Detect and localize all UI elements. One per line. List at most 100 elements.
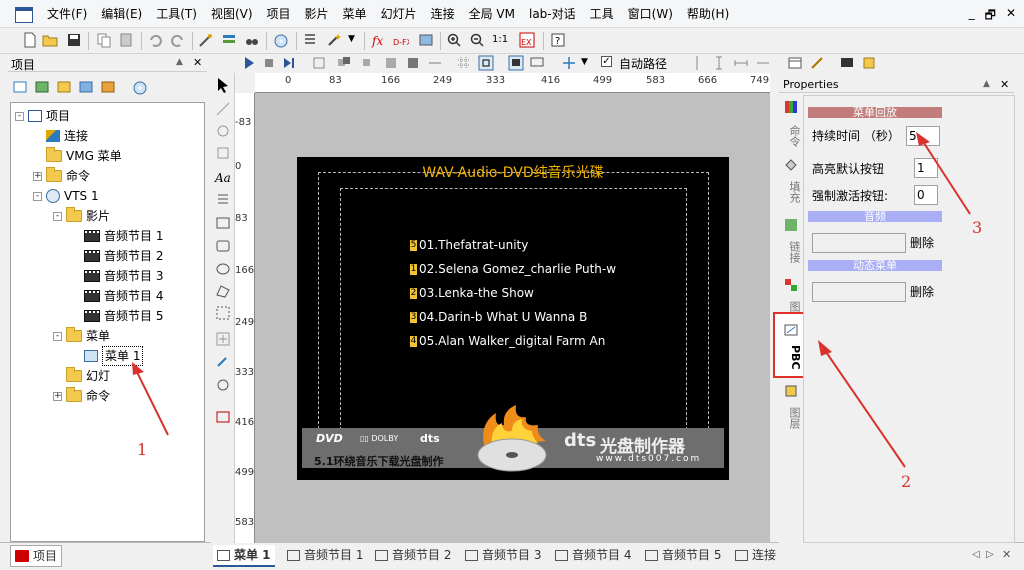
side-tab-layers[interactable]: 图层 xyxy=(782,405,802,431)
menu-item-0[interactable]: 文件(F) xyxy=(40,7,94,21)
new-file-icon[interactable] xyxy=(22,32,38,48)
button-tool-icon[interactable] xyxy=(215,377,231,393)
menu-item-4[interactable]: 项目 xyxy=(260,7,298,21)
collapse-icon[interactable]: - xyxy=(53,211,62,221)
panel-pin-icon[interactable]: ▲ xyxy=(176,57,183,67)
color-palette-icon[interactable] xyxy=(783,99,799,115)
text-box-icon[interactable] xyxy=(215,191,231,207)
document-tab[interactable]: 音频节目 3 xyxy=(461,545,545,565)
open-folder-icon[interactable] xyxy=(42,32,58,48)
fill-bucket-icon[interactable] xyxy=(783,157,799,173)
layers-icon[interactable] xyxy=(221,32,237,48)
chapter-tool-icon[interactable] xyxy=(215,409,231,425)
tree-node[interactable]: 连接 xyxy=(33,127,88,145)
menu-item-2[interactable]: 工具(T) xyxy=(149,7,204,21)
stop-icon[interactable] xyxy=(261,55,277,71)
next-icon[interactable] xyxy=(281,55,297,71)
motion-file-input[interactable] xyxy=(812,282,906,302)
audio-file-input[interactable] xyxy=(812,233,906,253)
distribute-icon[interactable] xyxy=(427,55,443,71)
side-tab-command[interactable]: 命令 xyxy=(782,123,802,149)
document-tab[interactable]: 音频节目 4 xyxy=(551,545,635,565)
collapse-icon[interactable]: - xyxy=(53,331,62,341)
track-button[interactable]: 2 03.Lenka-the Show xyxy=(410,286,534,300)
monitor-icon[interactable] xyxy=(529,55,545,71)
menu-item-3[interactable]: 视图(V) xyxy=(204,7,260,21)
menu-item-11[interactable]: 工具 xyxy=(583,7,621,21)
list-icon[interactable] xyxy=(302,32,318,48)
properties-close-icon[interactable]: ✕ xyxy=(1000,78,1009,91)
vertical-align-icon[interactable] xyxy=(689,55,705,71)
pbc-tab-icon[interactable] xyxy=(783,322,799,338)
tree-node[interactable]: 幻灯 xyxy=(53,367,110,385)
tree-node[interactable]: VMG 菜单 xyxy=(33,147,122,165)
minimize-button[interactable]: _ xyxy=(969,6,975,27)
dropdown-arrow-icon[interactable]: ▼ xyxy=(348,34,355,44)
image-edit-icon[interactable] xyxy=(418,32,434,48)
tree-node[interactable]: - 项目 xyxy=(15,107,70,125)
menu-item-8[interactable]: 连接 xyxy=(424,7,462,21)
rectangle-tool-icon[interactable] xyxy=(215,215,231,231)
redo-icon[interactable] xyxy=(170,32,186,48)
safe-area-icon[interactable] xyxy=(478,55,494,71)
export-icon[interactable] xyxy=(861,55,877,71)
play-icon[interactable] xyxy=(241,55,257,71)
menu-item-10[interactable]: lab-对话 xyxy=(522,7,583,21)
side-tab-fill[interactable]: 填充 xyxy=(782,179,802,205)
track-button[interactable]: 3 04.Darin-b What U Wanna B xyxy=(410,310,587,324)
help-icon[interactable]: ? xyxy=(550,32,566,48)
side-tab-link[interactable]: 链接 xyxy=(782,239,802,265)
paste-icon[interactable] xyxy=(118,32,134,48)
pen-icon[interactable] xyxy=(809,55,825,71)
add-menu-icon[interactable] xyxy=(56,79,72,95)
group-icon[interactable] xyxy=(336,55,352,71)
tree-node[interactable]: 音频节目 1 xyxy=(71,227,163,245)
back-icon[interactable] xyxy=(405,55,421,71)
grid-icon[interactable] xyxy=(456,55,472,71)
menu-item-13[interactable]: 帮助(H) xyxy=(680,7,736,21)
layers-tab-icon[interactable] xyxy=(783,383,799,399)
side-tab-image[interactable]: 图 xyxy=(782,299,802,313)
wizard-icon[interactable] xyxy=(198,32,214,48)
ungroup-icon[interactable] xyxy=(361,55,377,71)
table-icon[interactable] xyxy=(787,55,803,71)
document-tab[interactable]: 连接 xyxy=(731,545,780,565)
dfx-icon[interactable]: D-FX xyxy=(393,32,409,48)
expand-icon[interactable]: + xyxy=(33,171,42,181)
menu-item-6[interactable]: 菜单 xyxy=(336,7,374,21)
collapse-icon[interactable]: - xyxy=(15,111,24,121)
side-tab-pbc[interactable]: PBC xyxy=(782,343,802,371)
rotate-icon[interactable] xyxy=(215,123,231,139)
tree-node[interactable]: 音频节目 4 xyxy=(71,287,163,305)
tab-scroll-right-icon[interactable]: ▷ xyxy=(986,549,994,560)
tree-node[interactable]: - 菜单 xyxy=(53,327,110,345)
document-tab[interactable]: 菜单 1 xyxy=(213,545,275,567)
zoom-out-icon[interactable] xyxy=(469,32,485,48)
size-icon[interactable] xyxy=(755,55,771,71)
save-icon[interactable] xyxy=(66,32,82,48)
frame-tool-icon[interactable] xyxy=(215,305,231,321)
magic-wand-icon[interactable] xyxy=(326,32,342,48)
screen-icon[interactable] xyxy=(839,55,855,71)
polygon-tool-icon[interactable] xyxy=(215,283,231,299)
front-icon[interactable] xyxy=(383,55,399,71)
tree-node[interactable]: 音频节目 5 xyxy=(71,307,163,325)
add-command-icon[interactable] xyxy=(100,79,116,95)
menu-title-text[interactable]: WAV-Audio-DVD纯音乐光碟 xyxy=(297,162,729,182)
tree-node[interactable]: + 命令 xyxy=(53,387,110,405)
rounded-rect-tool-icon[interactable] xyxy=(215,238,231,254)
dropdown-arrow-icon[interactable]: ▼ xyxy=(581,57,588,67)
tab-scroll-left-icon[interactable]: ◁ xyxy=(972,549,980,560)
audio-delete-button[interactable]: 删除 xyxy=(910,234,934,254)
add-vts-icon[interactable] xyxy=(132,79,148,95)
track-button[interactable]: 1 02.Selena Gomez_charlie Puth-w xyxy=(410,262,616,276)
menu-item-9[interactable]: 全局 VM xyxy=(462,7,522,21)
star-tool-icon[interactable] xyxy=(215,331,231,347)
add-slideshow-icon[interactable] xyxy=(78,79,94,95)
display-icon[interactable] xyxy=(508,55,524,71)
ellipse-tool-icon[interactable] xyxy=(215,261,231,277)
tree-node[interactable]: - VTS 1 xyxy=(33,187,99,205)
track-button[interactable]: 5 01.Thefatrat-unity xyxy=(410,238,528,252)
crosshair-icon[interactable] xyxy=(561,55,577,71)
node-edit-icon[interactable] xyxy=(215,101,231,117)
